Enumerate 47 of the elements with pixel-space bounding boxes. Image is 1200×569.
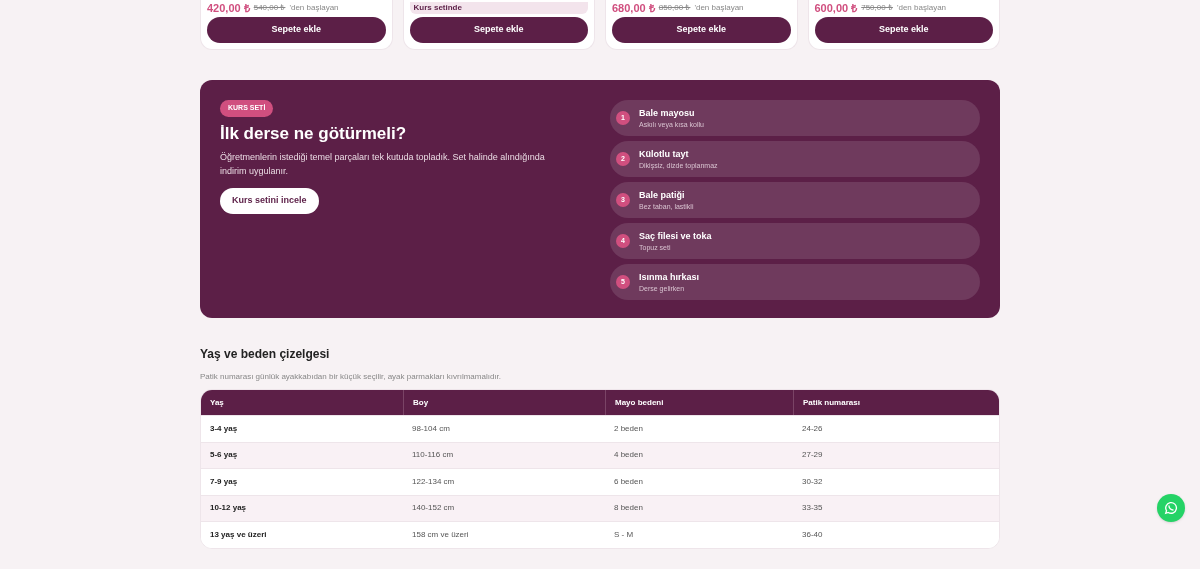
table-cell-text: 36-40	[801, 528, 824, 541]
table-cell-text: 24-26	[801, 422, 824, 435]
course-set-button[interactable]: Kurs setini incele	[220, 188, 319, 214]
table-cell-text: 7-9 yaş	[209, 475, 239, 488]
item-name: Saç filesi ve toka	[639, 229, 712, 242]
item-name: Külotlu tayt	[639, 147, 690, 160]
table-cell-text: 4 beden	[613, 449, 644, 462]
item-name: Isınma hırkası	[639, 270, 700, 283]
section-note: Patik numarası günlük ayakkabıdan bir küçük seçilir, ayak parmakları kıvrılmamalıdır.	[200, 371, 502, 383]
add-to-cart-button[interactable]: Sepete ekle	[207, 17, 386, 43]
section-title: Yaş ve beden çizelgesi	[200, 346, 331, 363]
add-to-cart-button[interactable]: Sepete ekle	[612, 17, 791, 43]
add-to-cart-button[interactable]: Sepete ekle	[814, 17, 993, 43]
chat-bubble-icon	[1163, 500, 1179, 516]
item-name: Bale mayosu	[639, 106, 696, 119]
old-price: 850,00 ₺	[658, 4, 691, 12]
add-to-cart-button[interactable]: Sepete ekle	[409, 17, 588, 43]
item-name: Bale patiği	[639, 188, 686, 201]
table-cell-text: 6 beden	[613, 475, 644, 488]
table-cell-text: 8 beden	[613, 502, 644, 515]
price-suffix: 'den başlayan	[289, 4, 339, 12]
price: 680,00 ₺	[612, 2, 655, 14]
table-cell-text: 98-104 cm	[411, 422, 451, 435]
set-badge: Kurs setinde	[409, 2, 588, 14]
price-suffix: 'den başlayan	[694, 4, 744, 12]
table-cell-text: 33-35	[801, 502, 824, 515]
table-cell-text: 2 beden	[613, 422, 644, 435]
price-suffix: 'den başlayan	[896, 4, 947, 12]
table-cell-text: 110-116 cm	[411, 449, 455, 462]
table-cell-text: 140-152 cm	[411, 502, 456, 515]
price: 420,00 ₺	[207, 2, 250, 14]
banner-title: İlk derse ne götürmeli?	[220, 122, 407, 145]
column-header: Yaş	[209, 396, 225, 409]
table-cell-text: S - M	[613, 528, 635, 541]
table-cell-text: 10-12 yaş	[209, 502, 248, 515]
table-cell-text: 30-32	[801, 475, 824, 488]
table-cell-text: 122-134 cm	[411, 475, 456, 488]
old-price: 750,00 ₺	[861, 4, 893, 12]
banner-description: Öğretmenlerin istediği temel parçaları tek kutuda topladık. Set halinde alındığında indirim uygulanır.	[220, 151, 546, 178]
table-cell-text: 3-4 yaş	[209, 422, 239, 435]
table-cell-text: 27-29	[801, 449, 824, 462]
table-cell-text: 158 cm ve üzeri	[411, 528, 470, 541]
whatsapp-button[interactable]	[1157, 494, 1185, 522]
price: 600,00 ₺	[814, 2, 858, 14]
table-cell-text: 5-6 yaş	[209, 449, 239, 462]
table-cell-text: 13 yaş ve üzeri	[209, 528, 268, 541]
old-price: 540,00 ₺	[253, 4, 286, 12]
